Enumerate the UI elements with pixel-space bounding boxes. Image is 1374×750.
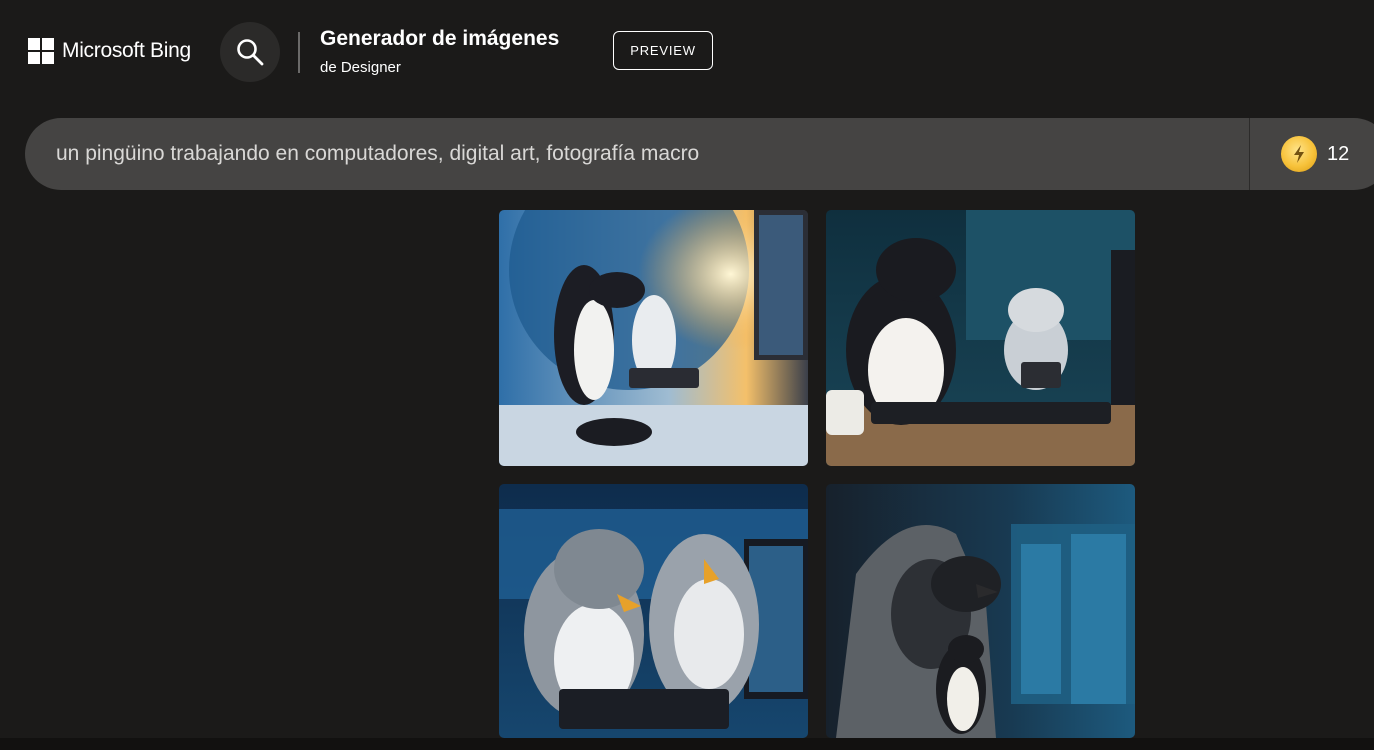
boost-separator — [1249, 118, 1250, 190]
prompt-bar: 12 — [25, 118, 1374, 190]
prompt-input[interactable] — [56, 118, 1236, 190]
search-icon — [237, 39, 264, 66]
boosts-counter[interactable]: 12 — [1281, 136, 1349, 172]
page-title: Generador de imágenes — [320, 27, 560, 50]
top-header: Microsoft Bing Generador de imágenes de … — [0, 0, 1374, 105]
penguin-image-3[interactable] — [499, 484, 808, 738]
penguin-image-4[interactable] — [826, 484, 1135, 738]
windows-logo-icon — [28, 38, 54, 64]
preview-badge[interactable]: PREVIEW — [613, 31, 713, 70]
microsoft-bing-logo[interactable]: Microsoft Bing — [28, 38, 191, 64]
header-divider — [298, 32, 300, 73]
search-button[interactable] — [220, 22, 280, 82]
bottom-edge — [0, 738, 1374, 750]
penguin-image-1[interactable] — [499, 210, 808, 466]
penguin-image-2[interactable] — [826, 210, 1135, 466]
page-subtitle: de Designer — [320, 59, 401, 76]
lightning-coin-icon — [1281, 136, 1317, 172]
brand-name: Microsoft Bing — [62, 39, 191, 62]
boost-count: 12 — [1327, 142, 1350, 165]
